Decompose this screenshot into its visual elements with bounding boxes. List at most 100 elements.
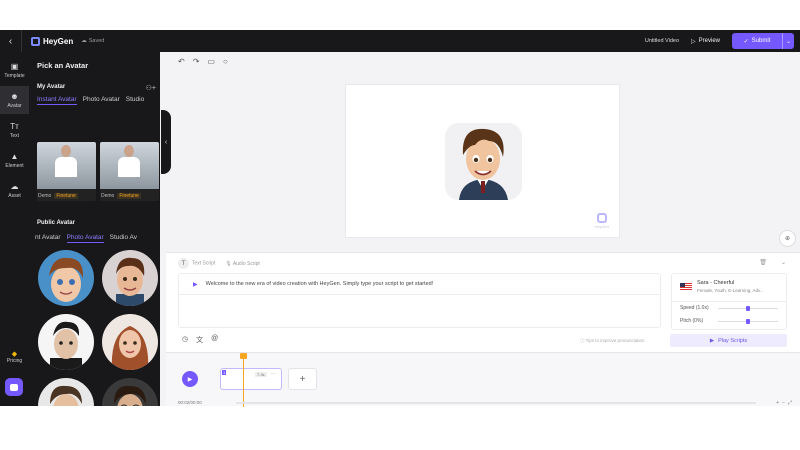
public-avatar-item[interactable] (38, 250, 94, 306)
my-avatar-card[interactable]: Demo Finetune (100, 142, 159, 201)
my-avatar-heading: My Avatar (37, 84, 66, 90)
avatar-icon: ☻ (10, 91, 19, 101)
sidebar-item-element[interactable]: ▲ Element (0, 146, 29, 174)
trash-icon[interactable]: 🗑 (759, 259, 767, 266)
brand-logo[interactable]: HeyGen (31, 36, 74, 46)
public-avatar-item[interactable] (102, 378, 158, 406)
preview-button[interactable]: ▷ Preview (691, 38, 720, 45)
sidebar-item-asset[interactable]: ☁ Asset (0, 176, 29, 204)
tab-instant-avatar[interactable]: Instant Avatar (37, 96, 77, 105)
tab-audio-script[interactable]: 🎙 Audio Script (225, 261, 259, 267)
voice-name: Sara - Cheerful (697, 280, 735, 286)
script-line[interactable]: ▶ Welcome to the new era of video creati… (179, 274, 660, 295)
tab-instant-avatar[interactable]: nt Avatar (35, 234, 61, 243)
submit-dropdown-button[interactable]: ⌄ (782, 33, 794, 49)
canvas-toolbar: ↶ ↷ ▭ ○ (178, 57, 228, 66)
submit-button[interactable]: ✓ Submit ⌄ (732, 33, 794, 49)
back-button[interactable]: ‹ (0, 30, 22, 52)
pronunciation-tip[interactable]: ⓘ Tips to improve pronunciation (580, 338, 645, 344)
chat-icon (10, 383, 18, 391)
sidebar-item-pricing[interactable]: ◆ Pricing (0, 350, 29, 364)
pitch-slider-thumb[interactable] (746, 318, 750, 324)
sidebar-item-template[interactable]: ▣ Template (0, 56, 29, 84)
tab-studio-avatar[interactable]: Studio Av (110, 234, 137, 243)
undo-icon[interactable]: ↶ (178, 57, 185, 66)
more-icon[interactable]: ⋯ (271, 371, 276, 377)
tool-sidebar: ▣ Template ☻ Avatar Tт Text ▲ Element ☁ … (0, 52, 29, 406)
pitch-slider[interactable] (718, 318, 778, 324)
clock-icon[interactable]: ◷ (182, 335, 188, 345)
brand-name: HeyGen (43, 36, 74, 46)
public-avatar-item[interactable] (102, 314, 158, 370)
tab-photo-avatar[interactable]: Photo Avatar (83, 96, 120, 105)
avatar-panel: Pick an Avatar My Avatar ⚇+ Instant Avat… (29, 52, 160, 406)
fit-icon[interactable]: ⤢ (788, 400, 792, 406)
voice-settings: Sara - Cheerful Female, Youth, E-Learnin… (671, 273, 787, 330)
public-avatar-item[interactable] (38, 378, 94, 406)
scene-clip[interactable]: 1 7.3s ⋯ (220, 368, 282, 390)
pitch-control: Pitch (0%) (680, 318, 778, 324)
speed-slider[interactable] (718, 305, 778, 311)
public-avatar-heading: Public Avatar (37, 220, 75, 226)
zoom-button[interactable]: ⊕ (779, 230, 796, 247)
heygen-logo-icon (31, 36, 40, 46)
top-bar: ‹ HeyGen ☁ Saved Untitled Video ▷ Previe… (0, 30, 800, 52)
add-scene-button[interactable]: + (288, 368, 317, 390)
my-avatar-card[interactable]: Demo Finetune (37, 142, 96, 201)
chat-button[interactable] (5, 378, 23, 396)
watermark: HeyGen (594, 213, 609, 229)
editor-app: ‹ HeyGen ☁ Saved Untitled Video ▷ Previe… (0, 30, 800, 407)
speed-slider-thumb[interactable] (746, 305, 750, 311)
zoom-out-icon[interactable]: − (782, 400, 785, 406)
cloud-icon: ☁ (81, 38, 87, 44)
script-tools: ◷ 文 @ (182, 335, 218, 345)
avatar-thumbnail (100, 142, 159, 189)
add-avatar-icon[interactable]: ⚇+ (146, 84, 156, 92)
sidebar-item-label: Element (5, 162, 24, 169)
play-line-icon[interactable]: ▶ (193, 281, 198, 288)
playhead[interactable] (240, 353, 247, 407)
finetune-badge[interactable]: Finetune (117, 193, 141, 199)
tab-photo-avatar[interactable]: Photo Avatar (66, 234, 104, 243)
translate-icon[interactable]: 文 (196, 335, 203, 345)
play-icon: ▷ (691, 38, 696, 45)
timeline-scrollbar[interactable] (236, 402, 756, 404)
timeline-play-button[interactable]: ▶ (182, 371, 198, 387)
text-icon: T (178, 258, 189, 269)
script-line-text[interactable]: Welcome to the new era of video creation… (206, 281, 434, 287)
play-icon: ▶ (187, 376, 193, 383)
public-avatar-item[interactable] (102, 250, 158, 306)
save-status-label: Saved (88, 38, 105, 44)
tab-studio[interactable]: Studio (126, 96, 144, 105)
public-avatar-item[interactable] (38, 314, 94, 370)
finetune-badge[interactable]: Finetune (54, 193, 78, 199)
zoom-in-icon[interactable]: + (776, 400, 779, 406)
diamond-icon: ◆ (11, 351, 18, 358)
script-textbox[interactable]: ▶ Welcome to the new era of video creati… (178, 273, 661, 328)
chevron-left-icon: ‹ (8, 35, 13, 47)
timecode: 00:02/00:00 (178, 400, 202, 405)
sidebar-item-text[interactable]: Tт Text (0, 116, 29, 144)
sidebar-item-avatar[interactable]: ☻ Avatar (0, 86, 29, 114)
collapse-panel-button[interactable]: ‹ (161, 110, 171, 174)
video-canvas[interactable]: HeyGen (345, 84, 620, 238)
play-icon: ▶ (709, 337, 715, 344)
tab-text-script[interactable]: T Text Script (178, 258, 215, 269)
chevron-left-icon: ‹ (164, 138, 168, 146)
avatar-thumbnail (37, 142, 96, 189)
redo-icon[interactable]: ↷ (193, 57, 200, 66)
speed-label: Speed (1.0x) (680, 305, 709, 311)
voice-selector[interactable]: Sara - Cheerful Female, Youth, E-Learnin… (680, 280, 775, 293)
microphone-icon: 🎙 (225, 260, 233, 267)
play-scripts-button[interactable]: ▶ Play Scripts (670, 334, 787, 347)
video-title[interactable]: Untitled Video (645, 38, 679, 44)
voice-description: Female, Youth, E-Learning, Adv... (697, 288, 764, 293)
background-color-icon[interactable]: ○ (223, 57, 228, 66)
chevron-down-icon[interactable]: ⌄ (781, 259, 786, 266)
canvas-avatar[interactable] (445, 123, 522, 200)
at-sign-icon[interactable]: @ (211, 335, 218, 345)
monitor-icon[interactable]: ▭ (207, 57, 215, 66)
sidebar-item-label: Avatar (7, 102, 22, 109)
watermark-label: HeyGen (594, 224, 609, 229)
submit-label: Submit (751, 38, 771, 44)
